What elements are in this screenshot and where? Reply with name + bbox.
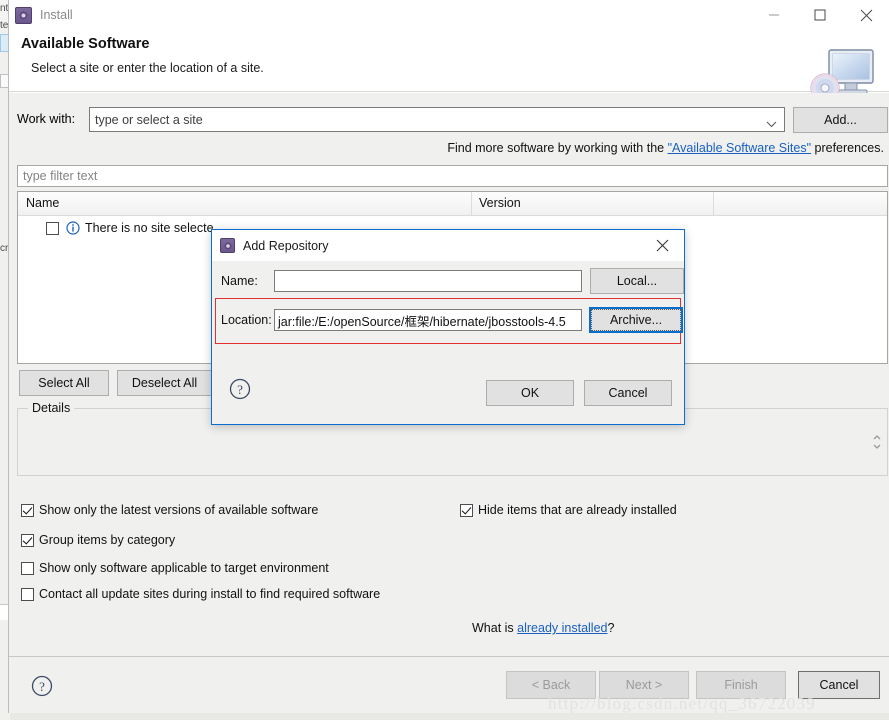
- work-with-row: Work with: type or select a site Add...: [9, 107, 889, 135]
- name-label: Name:: [221, 274, 258, 288]
- work-with-combo[interactable]: type or select a site: [89, 107, 785, 132]
- archive-button-label: Archive...: [591, 309, 681, 331]
- location-label-text: Location:: [221, 313, 272, 327]
- option-label: Show only software applicable to target …: [39, 561, 329, 575]
- find-more-text: Find more software by working with the "…: [447, 141, 884, 155]
- select-all-button[interactable]: Select All: [19, 370, 109, 396]
- dialog-titlebar: Add Repository: [212, 230, 684, 261]
- available-software-sites-link[interactable]: "Available Software Sites": [668, 141, 811, 155]
- maximize-icon[interactable]: [797, 0, 843, 30]
- deselect-all-button[interactable]: Deselect All: [117, 370, 212, 396]
- dialog-title: Add Repository: [243, 238, 329, 253]
- page-title: Available Software: [21, 36, 150, 52]
- what-is-already-installed: What is already installed?: [472, 621, 614, 635]
- column-header-name[interactable]: Name: [26, 196, 59, 210]
- location-field[interactable]: jar:file:/E:/openSource/框架/hibernate/jbo…: [274, 309, 582, 331]
- chevron-down-icon: [766, 117, 777, 131]
- option-label: Contact all update sites during install …: [39, 587, 381, 601]
- close-icon[interactable]: [843, 0, 889, 30]
- what-is-prefix: What is: [472, 621, 518, 635]
- svg-text:?: ?: [39, 679, 45, 694]
- find-more-suffix: preferences.: [811, 141, 885, 155]
- option-contact-all-update-sites[interactable]: Contact all update sites during install …: [21, 587, 380, 601]
- option-checkbox[interactable]: [21, 561, 34, 575]
- add-repository-dialog: Add Repository Name: Local... Location: …: [211, 229, 685, 425]
- help-icon[interactable]: ?: [31, 675, 53, 700]
- option-checkbox[interactable]: [21, 503, 34, 517]
- what-is-suffix: ?: [607, 621, 615, 635]
- svg-text:?: ?: [237, 382, 243, 397]
- name-label-text: Name:: [221, 274, 258, 288]
- gear-icon: [15, 6, 32, 24]
- location-label: Location:: [221, 313, 272, 327]
- name-field[interactable]: [274, 270, 582, 292]
- wizard-header: Available Software Select a site or ente…: [9, 30, 889, 103]
- work-with-value: type or select a site: [95, 112, 203, 127]
- local-button[interactable]: Local...: [590, 268, 684, 294]
- info-icon: [66, 221, 80, 235]
- option-checkbox[interactable]: [21, 533, 34, 547]
- already-installed-link[interactable]: already installed: [517, 621, 607, 635]
- option-checkbox[interactable]: [460, 503, 473, 517]
- option-hide-installed[interactable]: Hide items that are already installed: [460, 503, 677, 517]
- help-icon[interactable]: ?: [229, 378, 251, 403]
- archive-button[interactable]: Archive...: [589, 307, 683, 333]
- page-subtitle: Select a site or enter the location of a…: [31, 61, 264, 75]
- filter-placeholder: type filter text: [23, 169, 98, 183]
- dialog-cancel-button[interactable]: Cancel: [584, 380, 672, 406]
- row-name: There is no site selecte: [85, 221, 214, 235]
- row-checkbox[interactable]: [46, 221, 59, 235]
- ok-button[interactable]: OK: [486, 380, 574, 406]
- spinner-updown-icon[interactable]: [870, 429, 884, 455]
- option-applicable-target-environment[interactable]: Show only software applicable to target …: [21, 561, 329, 575]
- option-label: Show only the latest versions of availab…: [39, 503, 319, 517]
- column-divider-2[interactable]: [713, 192, 714, 216]
- details-label: Details: [28, 401, 75, 415]
- location-value: jar:file:/E:/openSource/框架/hibernate/jbo…: [278, 314, 566, 329]
- close-icon[interactable]: [640, 230, 684, 261]
- work-with-label: Work with:: [17, 112, 76, 126]
- gear-icon: [220, 238, 235, 253]
- column-divider-1[interactable]: [471, 192, 472, 216]
- minimize-icon[interactable]: [751, 0, 797, 30]
- table-row[interactable]: There is no site selecte: [18, 216, 214, 240]
- filter-input[interactable]: type filter text: [17, 165, 888, 187]
- window-titlebar: Install: [9, 0, 889, 30]
- window-title: Install: [40, 8, 73, 22]
- add-button[interactable]: Add...: [793, 107, 888, 133]
- window-controls: [751, 0, 889, 30]
- option-checkbox[interactable]: [21, 587, 34, 601]
- option-label: Hide items that are already installed: [478, 503, 677, 517]
- find-more-prefix: Find more software by working with the: [447, 141, 668, 155]
- watermark: http://blog.csdn.net/qq_36722039: [548, 694, 816, 713]
- table-header: Name Version: [18, 192, 887, 216]
- column-header-version[interactable]: Version: [479, 196, 521, 210]
- option-group-by-category[interactable]: Group items by category: [21, 533, 175, 547]
- option-label: Group items by category: [39, 533, 176, 547]
- option-show-latest-versions[interactable]: Show only the latest versions of availab…: [21, 503, 318, 517]
